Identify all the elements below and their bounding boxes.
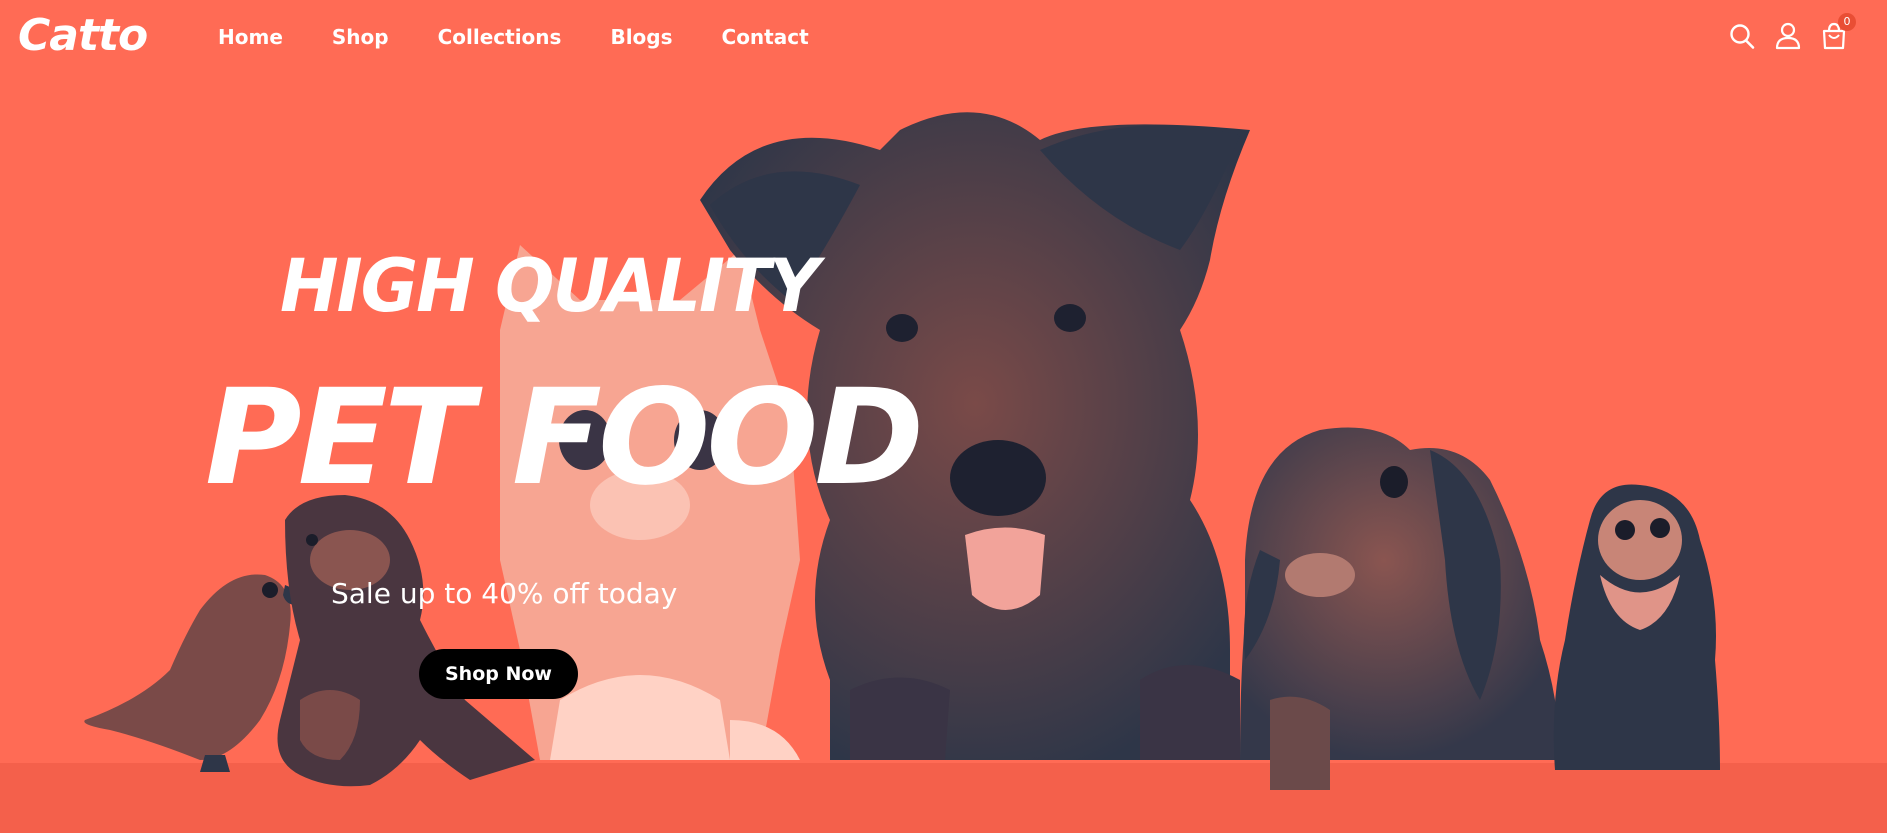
- nav-blogs[interactable]: Blogs: [610, 22, 672, 52]
- cart-count-badge: 0: [1838, 13, 1856, 31]
- hero-headline-line1: HIGH QUALITY: [280, 242, 820, 330]
- rabbit-figure: [1240, 427, 1560, 790]
- ferret-figure: [1553, 484, 1720, 770]
- shop-now-button[interactable]: Shop Now: [419, 649, 578, 699]
- hero-headline-line2: PET FOOD: [205, 361, 924, 515]
- account-button[interactable]: [1775, 22, 1801, 50]
- brand-logo[interactable]: Catto: [18, 10, 148, 62]
- nav-shop[interactable]: Shop: [332, 22, 389, 52]
- user-icon: [1775, 22, 1801, 50]
- hero-subtitle: Sale up to 40% off today: [331, 577, 678, 610]
- nav-home[interactable]: Home: [218, 22, 283, 52]
- cart-button[interactable]: 0: [1821, 13, 1856, 50]
- search-button[interactable]: [1729, 22, 1755, 50]
- nav-collections[interactable]: Collections: [438, 22, 562, 52]
- iguana-figure: [277, 495, 535, 787]
- nav-contact[interactable]: Contact: [722, 22, 809, 52]
- site-header: Catto Home Shop Collections Blogs Contac…: [0, 0, 1887, 76]
- parrot-figure: [84, 574, 297, 772]
- hero-section: Catto Home Shop Collections Blogs Contac…: [0, 0, 1887, 833]
- main-nav: Home Shop Collections Blogs Contact: [218, 22, 858, 52]
- header-icons: 0: [1729, 13, 1856, 50]
- search-icon: [1730, 24, 1755, 49]
